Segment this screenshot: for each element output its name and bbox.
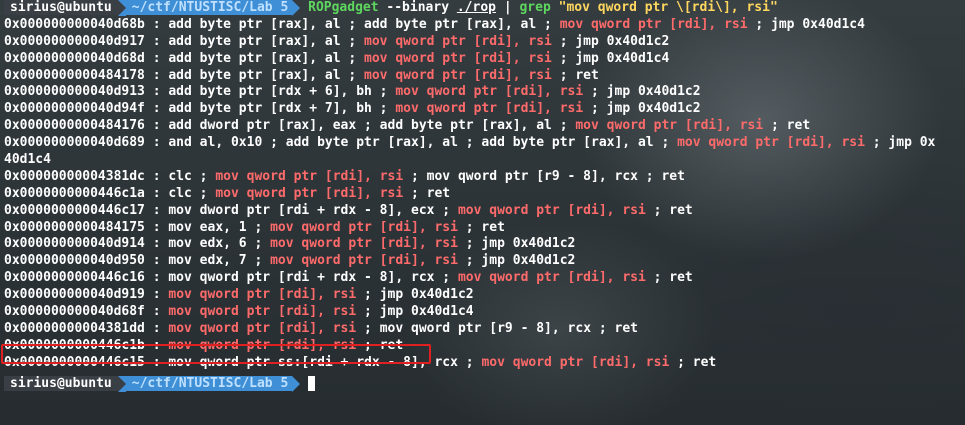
output-text: 0x00000000004381dd : bbox=[4, 320, 169, 336]
output-text: 40d1c4 bbox=[4, 152, 51, 168]
match-highlight: mov qword ptr [rdi], rsi bbox=[270, 253, 458, 269]
output-text: ; mov qword ptr [r9 - 8], rcx ; ret bbox=[356, 320, 638, 336]
output-text: ; jmp 0x40d1c2 bbox=[356, 287, 474, 303]
output-line: 40d1c4 bbox=[4, 152, 965, 169]
output-text: 0x0000000000446c1a : clc ; bbox=[4, 185, 216, 201]
command-file: ./rop bbox=[456, 0, 496, 15]
output-text: 0x000000000040d68b : add byte ptr [rax],… bbox=[4, 16, 560, 32]
output-text: 0x0000000000446c17 : mov dword ptr [rdi … bbox=[4, 202, 458, 218]
output-text: ; jmp 0x bbox=[864, 135, 936, 151]
output-line: 0x000000000040d914 : mov edx, 6 ; mov qw… bbox=[4, 236, 965, 253]
match-highlight: mov qword ptr [rdi], rsi bbox=[457, 202, 646, 218]
match-highlight: mov qword ptr [rdi], rsi bbox=[168, 320, 357, 336]
output-text: ; ret bbox=[669, 354, 717, 370]
output-line: 0x0000000000484176 : add dword ptr [rax]… bbox=[4, 118, 965, 135]
grep-pattern: "mov qword ptr \[rdi\], rsi" bbox=[558, 0, 778, 15]
command-flag: --binary bbox=[386, 0, 450, 15]
output-line: 0x0000000000446c17 : mov dword ptr [rdi … bbox=[4, 203, 965, 220]
output-line: 0x000000000040d68b : add byte ptr [rax],… bbox=[4, 17, 965, 34]
text-cursor bbox=[308, 375, 316, 391]
match-highlight: mov qword ptr [rdi], rsi bbox=[677, 135, 865, 151]
output-line: 0x000000000040d919 : mov qword ptr [rdi]… bbox=[4, 287, 965, 304]
highlight-annotation-box bbox=[1, 344, 431, 364]
output-line: 0x000000000040d68f : mov qword ptr [rdi]… bbox=[4, 304, 965, 321]
output-line: 0x00000000004381dd : mov qword ptr [rdi]… bbox=[4, 321, 965, 338]
prompt-separator-icon bbox=[117, 375, 126, 392]
prompt-separator-icon bbox=[117, 0, 126, 16]
output-text: 0x000000000040d917 : add byte ptr [rax],… bbox=[4, 33, 365, 49]
match-highlight: mov qword ptr [rdi], rsi bbox=[457, 270, 646, 286]
output-text: 0x0000000000484175 : mov eax, 1 ; bbox=[4, 219, 271, 235]
match-highlight: mov qword ptr [rdi], rsi bbox=[575, 118, 764, 134]
output-line: 0x000000000040d950 : mov edx, 7 ; mov qw… bbox=[4, 253, 965, 270]
output-line: 0x000000000040d917 : add byte ptr [rax],… bbox=[4, 34, 965, 51]
command-name: ROPgadget bbox=[308, 0, 379, 15]
output-text: 0x000000000040d919 : bbox=[4, 287, 169, 303]
output-text: ; jmp 0x40d1c4 bbox=[356, 304, 474, 320]
output-line: 0x000000000040d689 : and al, 0x10 ; add … bbox=[4, 135, 965, 152]
output-text: ; ret bbox=[763, 118, 811, 134]
output-line: 0x00000000004381dc : clc ; mov qword ptr… bbox=[4, 169, 965, 186]
match-highlight: mov qword ptr [rdi], rsi bbox=[364, 67, 552, 83]
match-highlight: mov qword ptr [rdi], rsi bbox=[395, 84, 584, 100]
output-line: 0x0000000000446c16 : mov qword ptr [rdi … bbox=[4, 270, 965, 287]
output-line: 0x0000000000484178 : add byte ptr [rax],… bbox=[4, 68, 965, 85]
output-text: ; jmp 0x40d1c2 bbox=[551, 33, 670, 49]
prompt-line: sirius@ubuntu ~/ctf/NTUSTISC/Lab 5 ROPgad… bbox=[4, 0, 965, 17]
output-text: 0x0000000000446c16 : mov qword ptr [rdi … bbox=[4, 270, 458, 286]
prompt-path: ~/ctf/NTUSTISC/Lab 5 bbox=[125, 0, 293, 15]
output-line: 0x0000000000484175 : mov eax, 1 ; mov qw… bbox=[4, 220, 965, 237]
command-pipe: | bbox=[503, 0, 512, 15]
match-highlight: mov qword ptr [rdi], rsi bbox=[364, 50, 552, 66]
output-text: ; ret bbox=[403, 185, 451, 201]
command-output: 0x000000000040d68b : add byte ptr [rax],… bbox=[4, 17, 965, 372]
output-text: 0x000000000040d68d : add byte ptr [rax],… bbox=[4, 50, 365, 66]
output-text: 0x0000000000484178 : add byte ptr [rax],… bbox=[4, 67, 365, 83]
match-highlight: mov qword ptr [rdi], rsi bbox=[481, 354, 670, 370]
output-text: ; jmp 0x40d1c2 bbox=[457, 236, 576, 252]
prompt-path: ~/ctf/NTUSTISC/Lab 5 bbox=[125, 375, 293, 391]
output-text: 0x000000000040d689 : and al, 0x10 ; add … bbox=[4, 135, 678, 151]
output-text: ; jmp 0x40d1c2 bbox=[457, 253, 576, 269]
match-highlight: mov qword ptr [rdi], rsi bbox=[559, 16, 748, 32]
prompt-user: sirius@ubuntu bbox=[4, 0, 118, 15]
prompt-line-current[interactable]: sirius@ubuntu ~/ctf/NTUSTISC/Lab 5 bbox=[4, 375, 965, 393]
output-text: 0x000000000040d68f : bbox=[4, 304, 169, 320]
output-text: ; jmp 0x40d1c4 bbox=[551, 50, 670, 66]
output-text: ; jmp 0x40d1c2 bbox=[583, 84, 701, 100]
output-text: 0x000000000040d914 : mov edx, 6 ; bbox=[4, 236, 271, 252]
output-line: 0x000000000040d94f : add byte ptr [rdx +… bbox=[4, 101, 965, 118]
output-text: ; ret bbox=[457, 219, 505, 235]
output-text: 0x000000000040d950 : mov edx, 7 ; bbox=[4, 253, 271, 269]
match-highlight: mov qword ptr [rdi], rsi bbox=[168, 304, 357, 320]
output-line: 0x0000000000446c1a : clc ; mov qword ptr… bbox=[4, 186, 965, 203]
output-text: ; jmp 0x40d1c4 bbox=[747, 16, 865, 32]
output-line: 0x000000000040d913 : add byte ptr [rdx +… bbox=[4, 84, 965, 101]
prompt-separator-icon bbox=[292, 0, 301, 16]
output-text: 0x000000000040d913 : add byte ptr [rdx +… bbox=[4, 84, 396, 100]
match-highlight: mov qword ptr [rdi], rsi bbox=[270, 236, 458, 252]
output-text: 0x00000000004381dc : clc ; bbox=[4, 168, 216, 184]
output-text: ; mov qword ptr [r9 - 8], rcx ; ret bbox=[403, 168, 685, 184]
output-text: ; ret bbox=[551, 67, 599, 83]
prompt-separator-icon bbox=[292, 375, 301, 392]
output-line: 0x000000000040d68d : add byte ptr [rax],… bbox=[4, 51, 965, 68]
match-highlight: mov qword ptr [rdi], rsi bbox=[270, 219, 458, 235]
match-highlight: mov qword ptr [rdi], rsi bbox=[364, 33, 552, 49]
match-highlight: mov qword ptr [rdi], rsi bbox=[215, 185, 404, 201]
grep-command: grep bbox=[519, 0, 551, 15]
match-highlight: mov qword ptr [rdi], rsi bbox=[168, 287, 357, 303]
match-highlight: mov qword ptr [rdi], rsi bbox=[215, 168, 404, 184]
output-text: ; jmp 0x40d1c2 bbox=[583, 101, 701, 117]
output-text: ; ret bbox=[645, 270, 693, 286]
prompt-user: sirius@ubuntu bbox=[4, 375, 118, 391]
output-text: 0x0000000000484176 : add dword ptr [rax]… bbox=[4, 118, 576, 134]
output-text: 0x000000000040d94f : add byte ptr [rdx +… bbox=[4, 101, 396, 117]
output-text: ; ret bbox=[645, 202, 693, 218]
match-highlight: mov qword ptr [rdi], rsi bbox=[395, 101, 584, 117]
